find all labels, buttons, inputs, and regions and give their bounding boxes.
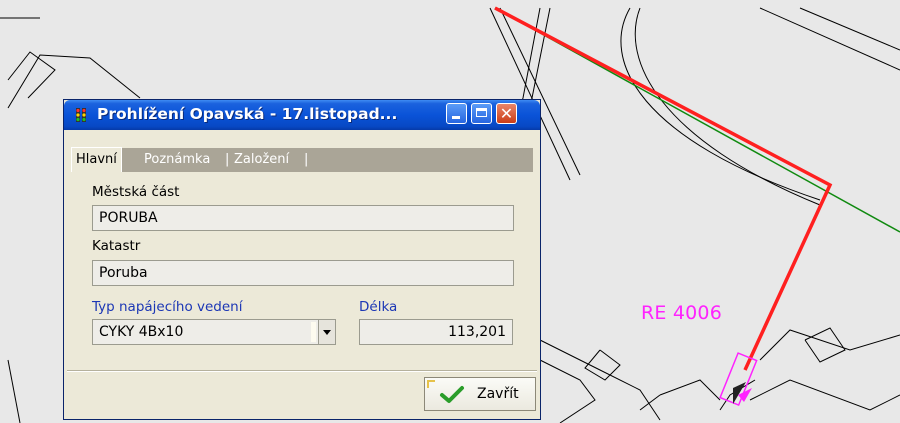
maximize-button[interactable] (471, 103, 492, 124)
minimize-icon (452, 116, 460, 119)
app-traffic-light-icon (76, 108, 86, 122)
tab-poznamka[interactable]: Poznámka (144, 148, 210, 172)
minimize-button[interactable] (446, 103, 467, 124)
tab-separator: | (225, 152, 230, 167)
map-label-re4006: RE 4006 (641, 302, 722, 324)
tab-bar: Hlavní Poznámka | Založení | (71, 147, 533, 172)
dialog-title: Prohlížení Opavská - 17.listopad... (97, 105, 398, 123)
katastr-field[interactable]: Poruba (92, 260, 514, 286)
maximize-icon (476, 108, 487, 117)
detail-dialog: Prohlížení Opavská - 17.listopad... ✕ Hl… (63, 99, 541, 420)
close-window-button[interactable]: ✕ (496, 103, 517, 124)
typ-vedeni-label: Typ napájecího vedení (92, 299, 243, 315)
chevron-down-icon[interactable] (318, 320, 335, 344)
katastr-label: Katastr (92, 238, 141, 254)
delka-label: Délka (359, 299, 398, 315)
zavrit-label: Zavřít (477, 386, 519, 402)
mestska-cast-field[interactable]: PORUBA (92, 205, 514, 231)
mestska-cast-label: Městská část (92, 184, 180, 200)
typ-vedeni-select[interactable]: CYKY 4Bx10 (92, 319, 336, 345)
tab-hlavni[interactable]: Hlavní (71, 147, 122, 172)
dialog-titlebar[interactable]: Prohlížení Opavská - 17.listopad... ✕ (64, 100, 540, 130)
zavrit-button[interactable]: Zavřít (424, 377, 536, 411)
combo-gap (311, 322, 316, 342)
typ-vedeni-value: CYKY 4Bx10 (99, 324, 184, 340)
close-icon: ✕ (499, 104, 514, 123)
tab-separator: | (304, 152, 309, 167)
dialog-body: Hlavní Poznámka | Založení | Městská čás… (67, 130, 537, 418)
footer-divider-highlight (67, 371, 537, 372)
check-icon (440, 386, 464, 403)
delka-field[interactable]: 113,201 (359, 319, 513, 345)
focus-corner (427, 380, 435, 388)
tab-zalozeni[interactable]: Založení (234, 148, 289, 172)
